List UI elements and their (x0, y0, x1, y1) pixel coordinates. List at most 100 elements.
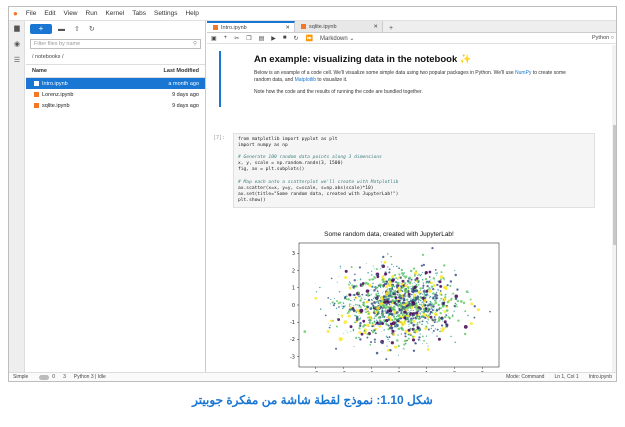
column-modified[interactable]: Last Modified (164, 68, 199, 74)
scatter-point (391, 304, 392, 306)
scatter-point (410, 299, 412, 301)
scatter-point (398, 309, 401, 312)
fast-forward-icon[interactable]: ⏩ (306, 35, 313, 42)
cursor-position[interactable]: Ln 1, Col 1 (554, 374, 578, 380)
scatter-point (383, 290, 384, 292)
scatter-point (373, 297, 375, 300)
matplotlib-link[interactable]: Matplotlib (295, 77, 316, 83)
scatter-point (414, 304, 417, 307)
cut-icon[interactable]: ✂ (234, 35, 239, 42)
filter-input[interactable]: Filter files by name ⚲ (30, 39, 201, 49)
menu-tabs[interactable]: Tabs (132, 10, 146, 17)
scatter-point (350, 299, 352, 302)
add-tab-icon[interactable]: + (383, 25, 399, 32)
scatter-point (406, 301, 408, 303)
scatter-point (391, 329, 395, 333)
scrollbar-thumb[interactable] (613, 125, 616, 245)
scatter-point (450, 335, 452, 338)
file-row[interactable]: Lorenz.ipynb 9 days ago (26, 89, 205, 100)
close-icon[interactable]: ✕ (285, 25, 290, 31)
paste-icon[interactable]: ▤ (259, 35, 265, 42)
markdown-cell[interactable]: An example: visualizing data in the note… (219, 51, 595, 107)
scatter-point (433, 316, 436, 318)
scatter-point (419, 333, 421, 335)
scatter-point (324, 314, 327, 317)
scatter-point (368, 318, 372, 322)
scatter-point (328, 326, 331, 329)
scatter-point (373, 296, 376, 298)
jupyterlab-window: ● File Edit View Run Kernel Tabs Setting… (8, 6, 617, 382)
code-editor[interactable]: from matplotlib import pyplot as plt impo… (233, 133, 595, 208)
scrollbar[interactable] (612, 45, 616, 374)
scatter-point (402, 305, 405, 309)
menu-settings[interactable]: Settings (154, 10, 178, 17)
scatter-point (366, 336, 369, 339)
menu-help[interactable]: Help (185, 10, 198, 17)
scatter-point (408, 314, 410, 316)
tab-intro[interactable]: Intro.ipynb ✕ (207, 21, 295, 32)
scatter-point (346, 312, 349, 315)
column-name[interactable]: Name (32, 68, 47, 74)
new-launcher-button[interactable]: + (30, 24, 52, 34)
copy-icon[interactable]: ❐ (246, 35, 251, 42)
scatter-point (337, 318, 339, 320)
breadcrumb[interactable]: / notebooks / (26, 51, 205, 63)
scatter-point (350, 265, 353, 269)
numpy-link[interactable]: NumPy (515, 70, 531, 76)
scatter-point (434, 298, 436, 300)
add-cell-icon[interactable]: + (224, 35, 228, 41)
folder-icon[interactable]: ▆ (9, 21, 25, 37)
scatter-point (413, 274, 416, 277)
scatter-point (368, 321, 371, 325)
run-icon[interactable]: ▶ (271, 35, 276, 42)
new-folder-icon[interactable]: ▬ (58, 26, 65, 33)
scatter-point (380, 340, 383, 343)
commands-icon[interactable]: ☰ (9, 53, 25, 69)
restart-icon[interactable]: ↻ (294, 35, 299, 42)
menu-file[interactable]: File (26, 10, 36, 17)
scatter-point (419, 314, 421, 316)
menu-edit[interactable]: Edit (44, 10, 55, 17)
scatter-point (344, 269, 348, 273)
simple-mode-toggle[interactable] (39, 374, 50, 380)
scatter-point (439, 275, 444, 279)
scatter-point (426, 321, 428, 323)
file-row[interactable]: Intro.ipynb a month ago (26, 78, 205, 89)
cell-type-select[interactable]: Markdown ⌄ (320, 35, 354, 42)
scatter-point (410, 275, 412, 276)
scatter-point (422, 263, 426, 267)
kernel-state[interactable]: Python 3 | Idle (74, 374, 106, 380)
kernel-name[interactable]: Python ○ (592, 35, 614, 41)
refresh-icon[interactable]: ↻ (89, 25, 95, 33)
scatter-point (402, 294, 406, 297)
scatter-plot: -3-2-10123-3-2-10123 (290, 242, 500, 374)
scatter-point (421, 279, 423, 281)
menu-run[interactable]: Run (86, 10, 98, 17)
scatter-point (368, 278, 371, 281)
scatter-point (377, 293, 379, 295)
running-icon[interactable]: ◉ (9, 37, 25, 53)
save-icon[interactable]: ▣ (211, 35, 217, 42)
scatter-point (444, 287, 448, 291)
menu-kernel[interactable]: Kernel (105, 10, 124, 17)
tab-sqlite[interactable]: sqlite.ipynb ✕ (295, 21, 383, 32)
scatter-point (373, 317, 376, 319)
file-row[interactable]: sqlite.ipynb 9 days ago (26, 100, 205, 111)
scatter-point (394, 296, 395, 298)
scatter-point (393, 273, 397, 277)
scatter-point (365, 284, 367, 286)
stop-icon[interactable]: ■ (283, 35, 287, 41)
scatter-point (433, 321, 436, 324)
code-cell[interactable]: [7]: from matplotlib import pyplot as pl… (213, 133, 595, 208)
scatter-point (319, 286, 321, 289)
scatter-point (375, 321, 379, 325)
scatter-point (354, 303, 357, 306)
scatter-point (411, 335, 414, 338)
scatter-point (399, 304, 402, 307)
scatter-point (460, 300, 463, 303)
menu-view[interactable]: View (64, 10, 78, 17)
close-icon[interactable]: ✕ (373, 24, 378, 30)
scatter-point (384, 310, 386, 312)
scatter-point (469, 298, 472, 301)
upload-icon[interactable]: ⇧ (74, 25, 80, 33)
